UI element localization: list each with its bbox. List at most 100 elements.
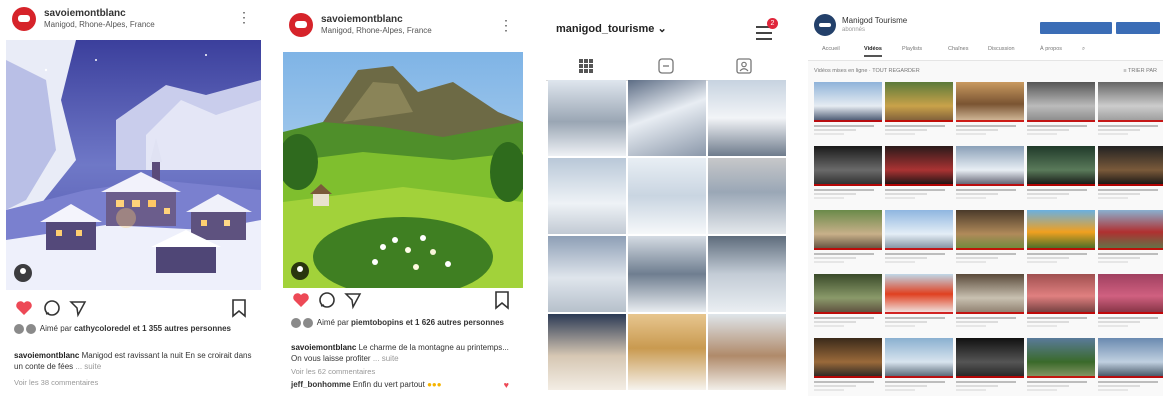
tagged-users-icon[interactable] [291, 262, 309, 280]
like-heart-icon[interactable] [14, 298, 34, 318]
video-thumbnail[interactable] [1098, 338, 1163, 378]
comment-icon[interactable] [42, 298, 62, 318]
grid-photo[interactable] [548, 236, 626, 312]
video-card[interactable] [1098, 210, 1163, 274]
video-card[interactable] [885, 274, 953, 338]
video-thumbnail[interactable] [1027, 338, 1095, 378]
video-thumbnail[interactable] [1098, 146, 1163, 186]
tab-home[interactable]: Accueil [822, 46, 840, 52]
video-card[interactable] [885, 338, 953, 396]
grid-photo[interactable] [628, 158, 706, 234]
tab-discussion[interactable]: Discussion [988, 46, 1015, 52]
more-options-icon[interactable]: ⋮ [499, 18, 513, 32]
caption-user[interactable]: savoiemontblanc [14, 351, 79, 360]
sort-button[interactable]: ≡ TRIER PAR [1123, 68, 1157, 74]
grid-photo[interactable] [628, 236, 706, 312]
video-thumbnail[interactable] [814, 274, 882, 314]
channel-avatar[interactable] [814, 14, 836, 36]
video-card[interactable] [1098, 274, 1163, 338]
video-card[interactable] [814, 146, 882, 210]
video-thumbnail[interactable] [885, 146, 953, 186]
video-thumbnail[interactable] [885, 274, 953, 314]
video-card[interactable] [956, 274, 1024, 338]
grid-photo[interactable] [548, 158, 626, 234]
video-card[interactable] [956, 338, 1024, 396]
grid-view-icon[interactable] [578, 58, 594, 74]
video-card[interactable] [1027, 82, 1095, 146]
grid-photo[interactable] [548, 80, 626, 156]
video-thumbnail[interactable] [956, 338, 1024, 378]
grid-photo[interactable] [708, 158, 786, 234]
tab-videos[interactable]: Vidéos [864, 46, 882, 57]
view-comments-link[interactable]: Voir les 62 commentaires [291, 367, 375, 376]
tagged-photos-icon[interactable] [736, 58, 752, 74]
video-thumbnail[interactable] [956, 274, 1024, 314]
video-card[interactable] [1098, 82, 1163, 146]
video-card[interactable] [956, 146, 1024, 210]
account-name[interactable]: savoiemontblanc [44, 8, 155, 19]
video-thumbnail[interactable] [885, 210, 953, 250]
reels-icon[interactable] [658, 58, 674, 74]
post-location[interactable]: Manigod, Rhone-Alpes, France [44, 19, 155, 30]
caption-user[interactable]: savoiemontblanc [291, 343, 356, 352]
grid-photo[interactable] [628, 80, 706, 156]
video-card[interactable] [956, 210, 1024, 274]
video-thumbnail[interactable] [956, 210, 1024, 250]
video-thumbnail[interactable] [885, 338, 953, 378]
more-options-icon[interactable]: ⋮ [237, 10, 251, 24]
video-thumbnail[interactable] [956, 82, 1024, 122]
video-card[interactable] [885, 82, 953, 146]
video-card[interactable] [814, 274, 882, 338]
video-card[interactable] [1027, 274, 1095, 338]
grid-photo[interactable] [628, 314, 706, 390]
customize-channel-button[interactable] [1040, 22, 1112, 34]
video-card[interactable] [814, 210, 882, 274]
grid-photo[interactable] [708, 314, 786, 390]
video-card[interactable] [814, 82, 882, 146]
video-thumbnail[interactable] [1027, 210, 1095, 250]
video-thumbnail[interactable] [1027, 82, 1095, 122]
video-thumbnail[interactable] [1098, 274, 1163, 314]
video-thumbnail[interactable] [1098, 210, 1163, 250]
video-thumbnail[interactable] [814, 338, 882, 378]
video-card[interactable] [1027, 210, 1095, 274]
view-comments-link[interactable]: Voir les 38 commentaires [14, 378, 98, 387]
chevron-down-icon[interactable]: ⌄ [657, 23, 666, 35]
tab-channels[interactable]: Chaînes [948, 46, 969, 52]
video-thumbnail[interactable] [956, 146, 1024, 186]
video-card[interactable] [1098, 146, 1163, 210]
liked-by-count[interactable]: et 1 355 autres personnes [133, 324, 231, 333]
bookmark-icon[interactable] [493, 290, 511, 310]
video-thumbnail[interactable] [1027, 146, 1095, 186]
channel-name[interactable]: Manigod Tourisme [842, 16, 907, 25]
post-location[interactable]: Manigod, Rhone-Alpes, France [321, 25, 432, 36]
video-thumbnail[interactable] [1027, 274, 1095, 314]
like-heart-icon[interactable] [291, 290, 311, 310]
caption-more-link[interactable]: ... suite [373, 354, 399, 363]
uploads-filter[interactable]: Vidéos mises en ligne · TOUT REGARDER [814, 68, 920, 74]
video-card[interactable] [956, 82, 1024, 146]
grid-photo[interactable] [548, 314, 626, 390]
video-card[interactable] [885, 210, 953, 274]
account-avatar[interactable] [289, 13, 313, 37]
grid-photo[interactable] [708, 80, 786, 156]
post-photo-village-night[interactable] [6, 40, 261, 290]
video-thumbnail[interactable] [814, 146, 882, 186]
grid-photo[interactable] [708, 236, 786, 312]
video-card[interactable] [885, 146, 953, 210]
profile-username[interactable]: manigod_tourisme ⌄ [556, 22, 667, 35]
share-icon[interactable] [343, 290, 363, 310]
account-name[interactable]: savoiemontblanc [321, 14, 432, 25]
post-photo-mountain-spring[interactable] [283, 52, 523, 288]
account-avatar[interactable] [12, 7, 36, 31]
caption-more-link[interactable]: ... suite [75, 362, 101, 371]
comment-like-icon[interactable]: ♥ [504, 380, 509, 390]
video-thumbnail[interactable] [814, 210, 882, 250]
tab-about[interactable]: À propos [1040, 46, 1062, 52]
liked-by-count[interactable]: et 1 626 autres personnes [406, 318, 504, 327]
share-icon[interactable] [68, 298, 88, 318]
video-thumbnail[interactable] [814, 82, 882, 122]
liked-by-user[interactable]: piemtobopins [351, 318, 403, 327]
video-thumbnail[interactable] [885, 82, 953, 122]
video-card[interactable] [814, 338, 882, 396]
